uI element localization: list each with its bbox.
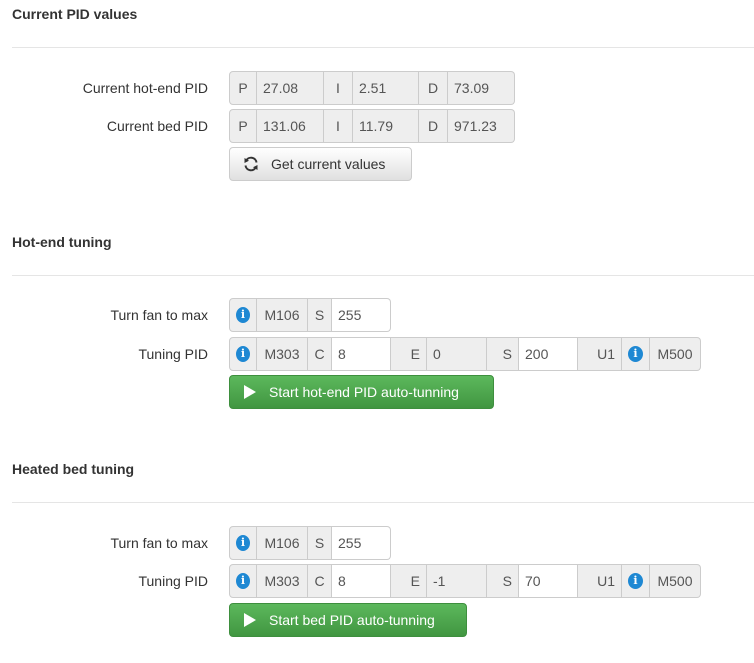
p-label: P bbox=[229, 109, 257, 143]
hotend-fan-group: i M106 S 255 bbox=[229, 298, 391, 332]
hotend-i-value: 2.51 bbox=[353, 71, 419, 105]
start-hotend-autotune-label: Start hot-end PID auto-tunning bbox=[269, 384, 459, 400]
get-current-values-button[interactable]: Get current values bbox=[229, 147, 412, 181]
bed-extruder-value: -1 bbox=[427, 564, 487, 598]
info-addon[interactable]: i bbox=[229, 564, 257, 598]
bed-fan-label: Turn fan to max bbox=[110, 535, 208, 551]
e-label: E bbox=[391, 564, 427, 598]
info-icon[interactable]: i bbox=[236, 535, 250, 551]
s-label: S bbox=[308, 298, 332, 332]
bed-p-value: 131.06 bbox=[257, 109, 324, 143]
hotend-tuning-pid-label: Tuning PID bbox=[138, 346, 208, 362]
save-command: M500 bbox=[650, 564, 701, 598]
row-hotend-tuning-pid: Tuning PID bbox=[0, 337, 208, 371]
divider bbox=[12, 47, 754, 48]
tuning-command: M303 bbox=[257, 337, 308, 371]
u1-label: U1 bbox=[578, 564, 622, 598]
bed-temperature-input[interactable]: 70 bbox=[519, 564, 578, 598]
row-bed-fan: Turn fan to max bbox=[0, 526, 208, 560]
bed-i-value: 11.79 bbox=[353, 109, 419, 143]
divider bbox=[12, 502, 754, 503]
get-current-values-label: Get current values bbox=[271, 156, 386, 172]
info-icon[interactable]: i bbox=[236, 307, 250, 323]
divider bbox=[12, 275, 754, 276]
hotend-fan-speed-input[interactable]: 255 bbox=[332, 298, 391, 332]
current-bed-pid-group: P 131.06 I 11.79 D 971.23 bbox=[229, 109, 515, 143]
start-bed-autotune-label: Start bed PID auto-tunning bbox=[269, 612, 435, 628]
section-title-bed-tuning: Heated bed tuning bbox=[12, 461, 135, 477]
u1-label: U1 bbox=[578, 337, 622, 371]
s-label: S bbox=[487, 337, 519, 371]
hotend-tuning-group: i M303 C 8 E 0 S 200 U1 i M500 bbox=[229, 337, 701, 371]
c-label: C bbox=[308, 564, 332, 598]
info-addon[interactable]: i bbox=[229, 337, 257, 371]
i-label: I bbox=[324, 109, 353, 143]
hotend-cycles-input[interactable]: 8 bbox=[332, 337, 391, 371]
row-current-bed-pid: Current bed PID bbox=[0, 109, 208, 143]
hotend-d-value: 73.09 bbox=[448, 71, 515, 105]
i-label: I bbox=[324, 71, 353, 105]
row-hotend-fan: Turn fan to max bbox=[0, 298, 208, 332]
s-label: S bbox=[308, 526, 332, 560]
bed-cycles-input[interactable]: 8 bbox=[332, 564, 391, 598]
start-bed-autotune-button[interactable]: Start bed PID auto-tunning bbox=[229, 603, 467, 637]
info-icon[interactable]: i bbox=[236, 346, 250, 362]
fan-command: M106 bbox=[257, 526, 308, 560]
row-bed-tuning-pid: Tuning PID bbox=[0, 564, 208, 598]
current-bed-pid-label: Current bed PID bbox=[106, 118, 208, 134]
info-addon[interactable]: i bbox=[622, 337, 650, 371]
info-icon[interactable]: i bbox=[628, 573, 643, 589]
play-icon bbox=[243, 384, 257, 400]
section-title-current-pid: Current PID values bbox=[12, 6, 138, 22]
play-icon bbox=[243, 612, 257, 628]
d-label: D bbox=[419, 71, 448, 105]
hotend-p-value: 27.08 bbox=[257, 71, 324, 105]
hotend-extruder-value: 0 bbox=[427, 337, 487, 371]
p-label: P bbox=[229, 71, 257, 105]
start-hotend-autotune-button[interactable]: Start hot-end PID auto-tunning bbox=[229, 375, 494, 409]
bed-fan-group: i M106 S 255 bbox=[229, 526, 391, 560]
info-icon[interactable]: i bbox=[628, 346, 643, 362]
fan-command: M106 bbox=[257, 298, 308, 332]
bed-tuning-pid-label: Tuning PID bbox=[138, 573, 208, 589]
info-addon[interactable]: i bbox=[229, 526, 257, 560]
c-label: C bbox=[308, 337, 332, 371]
bed-fan-speed-input[interactable]: 255 bbox=[332, 526, 391, 560]
current-hotend-pid-label: Current hot-end PID bbox=[82, 80, 208, 96]
section-title-hotend-tuning: Hot-end tuning bbox=[12, 234, 112, 250]
bed-d-value: 971.23 bbox=[448, 109, 515, 143]
tuning-command: M303 bbox=[257, 564, 308, 598]
info-icon[interactable]: i bbox=[236, 573, 250, 589]
save-command: M500 bbox=[650, 337, 701, 371]
refresh-icon bbox=[243, 156, 259, 172]
bed-tuning-group: i M303 C 8 E -1 S 70 U1 i M500 bbox=[229, 564, 701, 598]
info-addon[interactable]: i bbox=[229, 298, 257, 332]
info-addon[interactable]: i bbox=[622, 564, 650, 598]
d-label: D bbox=[419, 109, 448, 143]
s-label: S bbox=[487, 564, 519, 598]
hotend-temperature-input[interactable]: 200 bbox=[519, 337, 578, 371]
e-label: E bbox=[391, 337, 427, 371]
row-current-hotend-pid: Current hot-end PID bbox=[0, 71, 208, 105]
hotend-fan-label: Turn fan to max bbox=[110, 307, 208, 323]
current-hotend-pid-group: P 27.08 I 2.51 D 73.09 bbox=[229, 71, 515, 105]
